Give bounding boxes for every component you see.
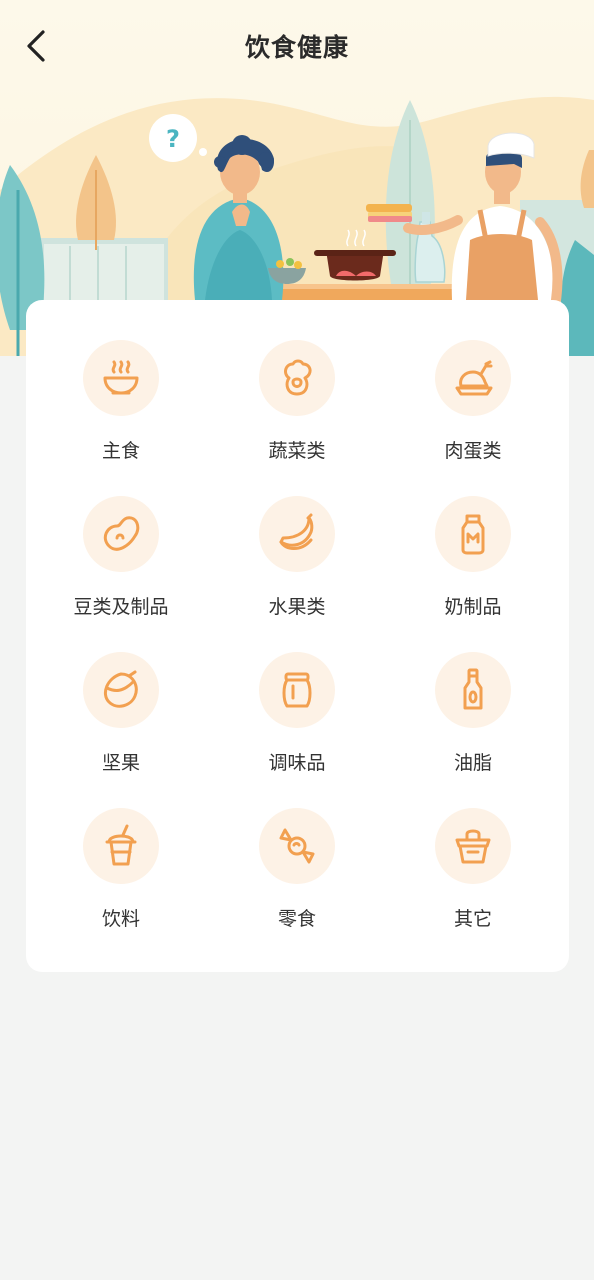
vegetable-icon — [284, 359, 312, 396]
category-label: 坚果 — [101, 752, 140, 774]
page-title: 饮食健康 — [244, 33, 349, 62]
category-meat-egg[interactable]: 肉蛋类 — [385, 340, 561, 466]
category-dairy[interactable]: 奶制品 — [385, 496, 561, 622]
rice-bowl-icon — [103, 360, 139, 395]
category-beans[interactable]: 豆类及制品 — [33, 496, 209, 622]
category-icon-bg — [259, 808, 335, 884]
category-nuts[interactable]: 坚果 — [33, 652, 209, 778]
navigation-bar: 饮食健康 — [0, 0, 594, 90]
category-icon-bg — [259, 496, 335, 572]
category-label: 肉蛋类 — [444, 440, 502, 462]
question-mark-icon: ? — [166, 125, 180, 153]
category-label: 其它 — [453, 908, 492, 930]
category-others[interactable]: 其它 — [385, 808, 561, 934]
category-grid: 主食 蔬菜类 肉蛋类 豆类及制品 水果类 奶制品 坚果 调味品 油脂 饮料 零食… — [33, 340, 562, 934]
roast-chicken-icon — [455, 360, 493, 396]
seasoning-jar-icon — [282, 672, 312, 708]
category-label: 零食 — [277, 908, 316, 930]
category-oils[interactable]: 油脂 — [385, 652, 561, 778]
category-staple[interactable]: 主食 — [33, 340, 209, 466]
candy-icon — [279, 828, 315, 864]
category-icon-bg — [259, 340, 335, 416]
category-label: 豆类及制品 — [73, 596, 169, 618]
category-label: 蔬菜类 — [268, 440, 326, 462]
category-card: 主食 蔬菜类 肉蛋类 豆类及制品 水果类 奶制品 坚果 调味品 油脂 饮料 零食… — [26, 300, 569, 972]
milk-bottle-icon — [461, 514, 485, 555]
category-icon-bg — [435, 340, 511, 416]
category-icon-bg — [83, 340, 159, 416]
category-label: 水果类 — [268, 596, 326, 618]
category-seasoning[interactable]: 调味品 — [209, 652, 385, 778]
category-vegetables[interactable]: 蔬菜类 — [209, 340, 385, 466]
category-fruits[interactable]: 水果类 — [209, 496, 385, 622]
category-icon-bg — [259, 652, 335, 728]
bean-icon — [103, 516, 140, 551]
nut-icon — [104, 670, 138, 708]
category-label: 调味品 — [268, 752, 326, 774]
category-label: 奶制品 — [444, 596, 502, 618]
category-snacks[interactable]: 零食 — [209, 808, 385, 934]
category-icon-bg — [83, 496, 159, 572]
category-label: 饮料 — [101, 908, 140, 930]
category-label: 油脂 — [453, 752, 492, 774]
category-icon-bg — [435, 496, 511, 572]
oil-bottle-icon — [463, 668, 483, 710]
category-icon-bg — [435, 652, 511, 728]
banana-icon — [279, 513, 314, 550]
category-label: 主食 — [101, 440, 140, 462]
category-icon-bg — [83, 808, 159, 884]
basket-icon — [455, 829, 491, 864]
category-icon-bg — [83, 652, 159, 728]
category-drinks[interactable]: 饮料 — [33, 808, 209, 934]
drink-cup-icon — [105, 824, 137, 866]
category-icon-bg — [435, 808, 511, 884]
